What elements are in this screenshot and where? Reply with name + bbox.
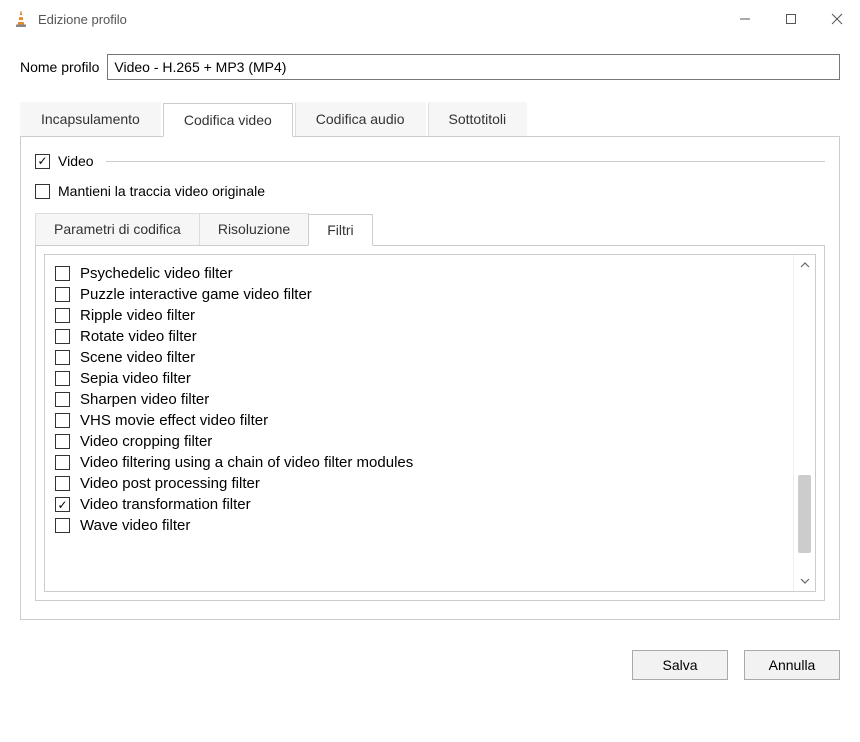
filters-panel: Psychedelic video filter Puzzle interacti… [35, 246, 825, 601]
profile-name-label: Nome profilo [20, 59, 99, 75]
inner-tab-risoluzione[interactable]: Risoluzione [199, 213, 309, 245]
video-codec-panel: Video Mantieni la traccia video original… [20, 137, 840, 620]
filter-item[interactable]: Psychedelic video filter [51, 263, 787, 284]
window-title: Edizione profilo [38, 12, 127, 27]
video-checkbox-label: Video [58, 153, 94, 169]
inner-tab-parametri-di-codifica[interactable]: Parametri di codifica [35, 213, 200, 245]
vlc-cone-icon [12, 10, 30, 28]
tab-incapsulamento[interactable]: Incapsulamento [20, 102, 161, 136]
filter-item[interactable]: Scene video filter [51, 347, 787, 368]
keep-original-checkbox[interactable]: Mantieni la traccia video originale [35, 183, 825, 199]
filter-label: Ripple video filter [80, 307, 195, 324]
minimize-button[interactable] [722, 3, 768, 35]
keep-original-label: Mantieni la traccia video originale [58, 183, 265, 199]
filter-item[interactable]: Video cropping filter [51, 431, 787, 452]
profile-name-row: Nome profilo [20, 54, 840, 80]
save-button[interactable]: Salva [632, 650, 728, 680]
inner-tabs: Parametri di codificaRisoluzioneFiltri [35, 213, 825, 246]
checkbox-icon [35, 184, 50, 199]
close-button[interactable] [814, 3, 860, 35]
filter-label: Wave video filter [80, 517, 190, 534]
checkbox-icon [55, 329, 70, 344]
checkbox-icon [55, 476, 70, 491]
outer-tabs: IncapsulamentoCodifica videoCodifica aud… [20, 102, 840, 137]
filter-item[interactable]: Rotate video filter [51, 326, 787, 347]
tab-codifica-video[interactable]: Codifica video [163, 103, 293, 137]
tab-sottotitoli[interactable]: Sottotitoli [428, 102, 528, 136]
filter-item[interactable]: Puzzle interactive game video filter [51, 284, 787, 305]
filter-item[interactable]: Ripple video filter [51, 305, 787, 326]
filters-listbox: Psychedelic video filter Puzzle interacti… [44, 254, 816, 592]
dialog-footer: Salva Annulla [0, 634, 860, 680]
scroll-down-icon[interactable] [794, 571, 816, 591]
filter-label: Rotate video filter [80, 328, 197, 345]
scrollbar[interactable] [793, 255, 815, 591]
checkbox-icon [55, 497, 70, 512]
profile-name-input[interactable] [107, 54, 840, 80]
filter-item[interactable]: Wave video filter [51, 515, 787, 536]
checkbox-icon [55, 392, 70, 407]
filter-label: Video cropping filter [80, 433, 212, 450]
maximize-button[interactable] [768, 3, 814, 35]
checkbox-icon [55, 287, 70, 302]
checkbox-icon [55, 350, 70, 365]
scroll-up-icon[interactable] [794, 255, 816, 275]
filter-label: Sharpen video filter [80, 391, 209, 408]
filter-item[interactable]: Video transformation filter [51, 494, 787, 515]
filter-label: Video filtering using a chain of video f… [80, 454, 413, 471]
checkbox-icon [55, 413, 70, 428]
checkbox-icon [55, 308, 70, 323]
filter-item[interactable]: VHS movie effect video filter [51, 410, 787, 431]
filter-item[interactable]: Video post processing filter [51, 473, 787, 494]
checkbox-icon [55, 371, 70, 386]
filter-label: Psychedelic video filter [80, 265, 233, 282]
titlebar: Edizione profilo [0, 0, 860, 38]
filter-item[interactable]: Sharpen video filter [51, 389, 787, 410]
checkbox-icon [55, 434, 70, 449]
filter-label: Scene video filter [80, 349, 195, 366]
filter-label: Video post processing filter [80, 475, 260, 492]
tab-codifica-audio[interactable]: Codifica audio [295, 102, 426, 136]
filter-label: Sepia video filter [80, 370, 191, 387]
filter-item[interactable]: Video filtering using a chain of video f… [51, 452, 787, 473]
checkbox-icon [55, 266, 70, 281]
checkbox-icon [55, 518, 70, 533]
checkbox-icon [55, 455, 70, 470]
checkbox-icon [35, 154, 50, 169]
scrollbar-thumb[interactable] [798, 475, 811, 553]
filters-list: Psychedelic video filter Puzzle interacti… [45, 255, 793, 591]
inner-tab-filtri[interactable]: Filtri [308, 214, 372, 246]
filter-label: VHS movie effect video filter [80, 412, 268, 429]
filter-item[interactable]: Sepia video filter [51, 368, 787, 389]
video-checkbox[interactable]: Video [35, 153, 94, 169]
filter-label: Video transformation filter [80, 496, 251, 513]
filter-label: Puzzle interactive game video filter [80, 286, 312, 303]
divider [106, 161, 825, 162]
cancel-button[interactable]: Annulla [744, 650, 840, 680]
